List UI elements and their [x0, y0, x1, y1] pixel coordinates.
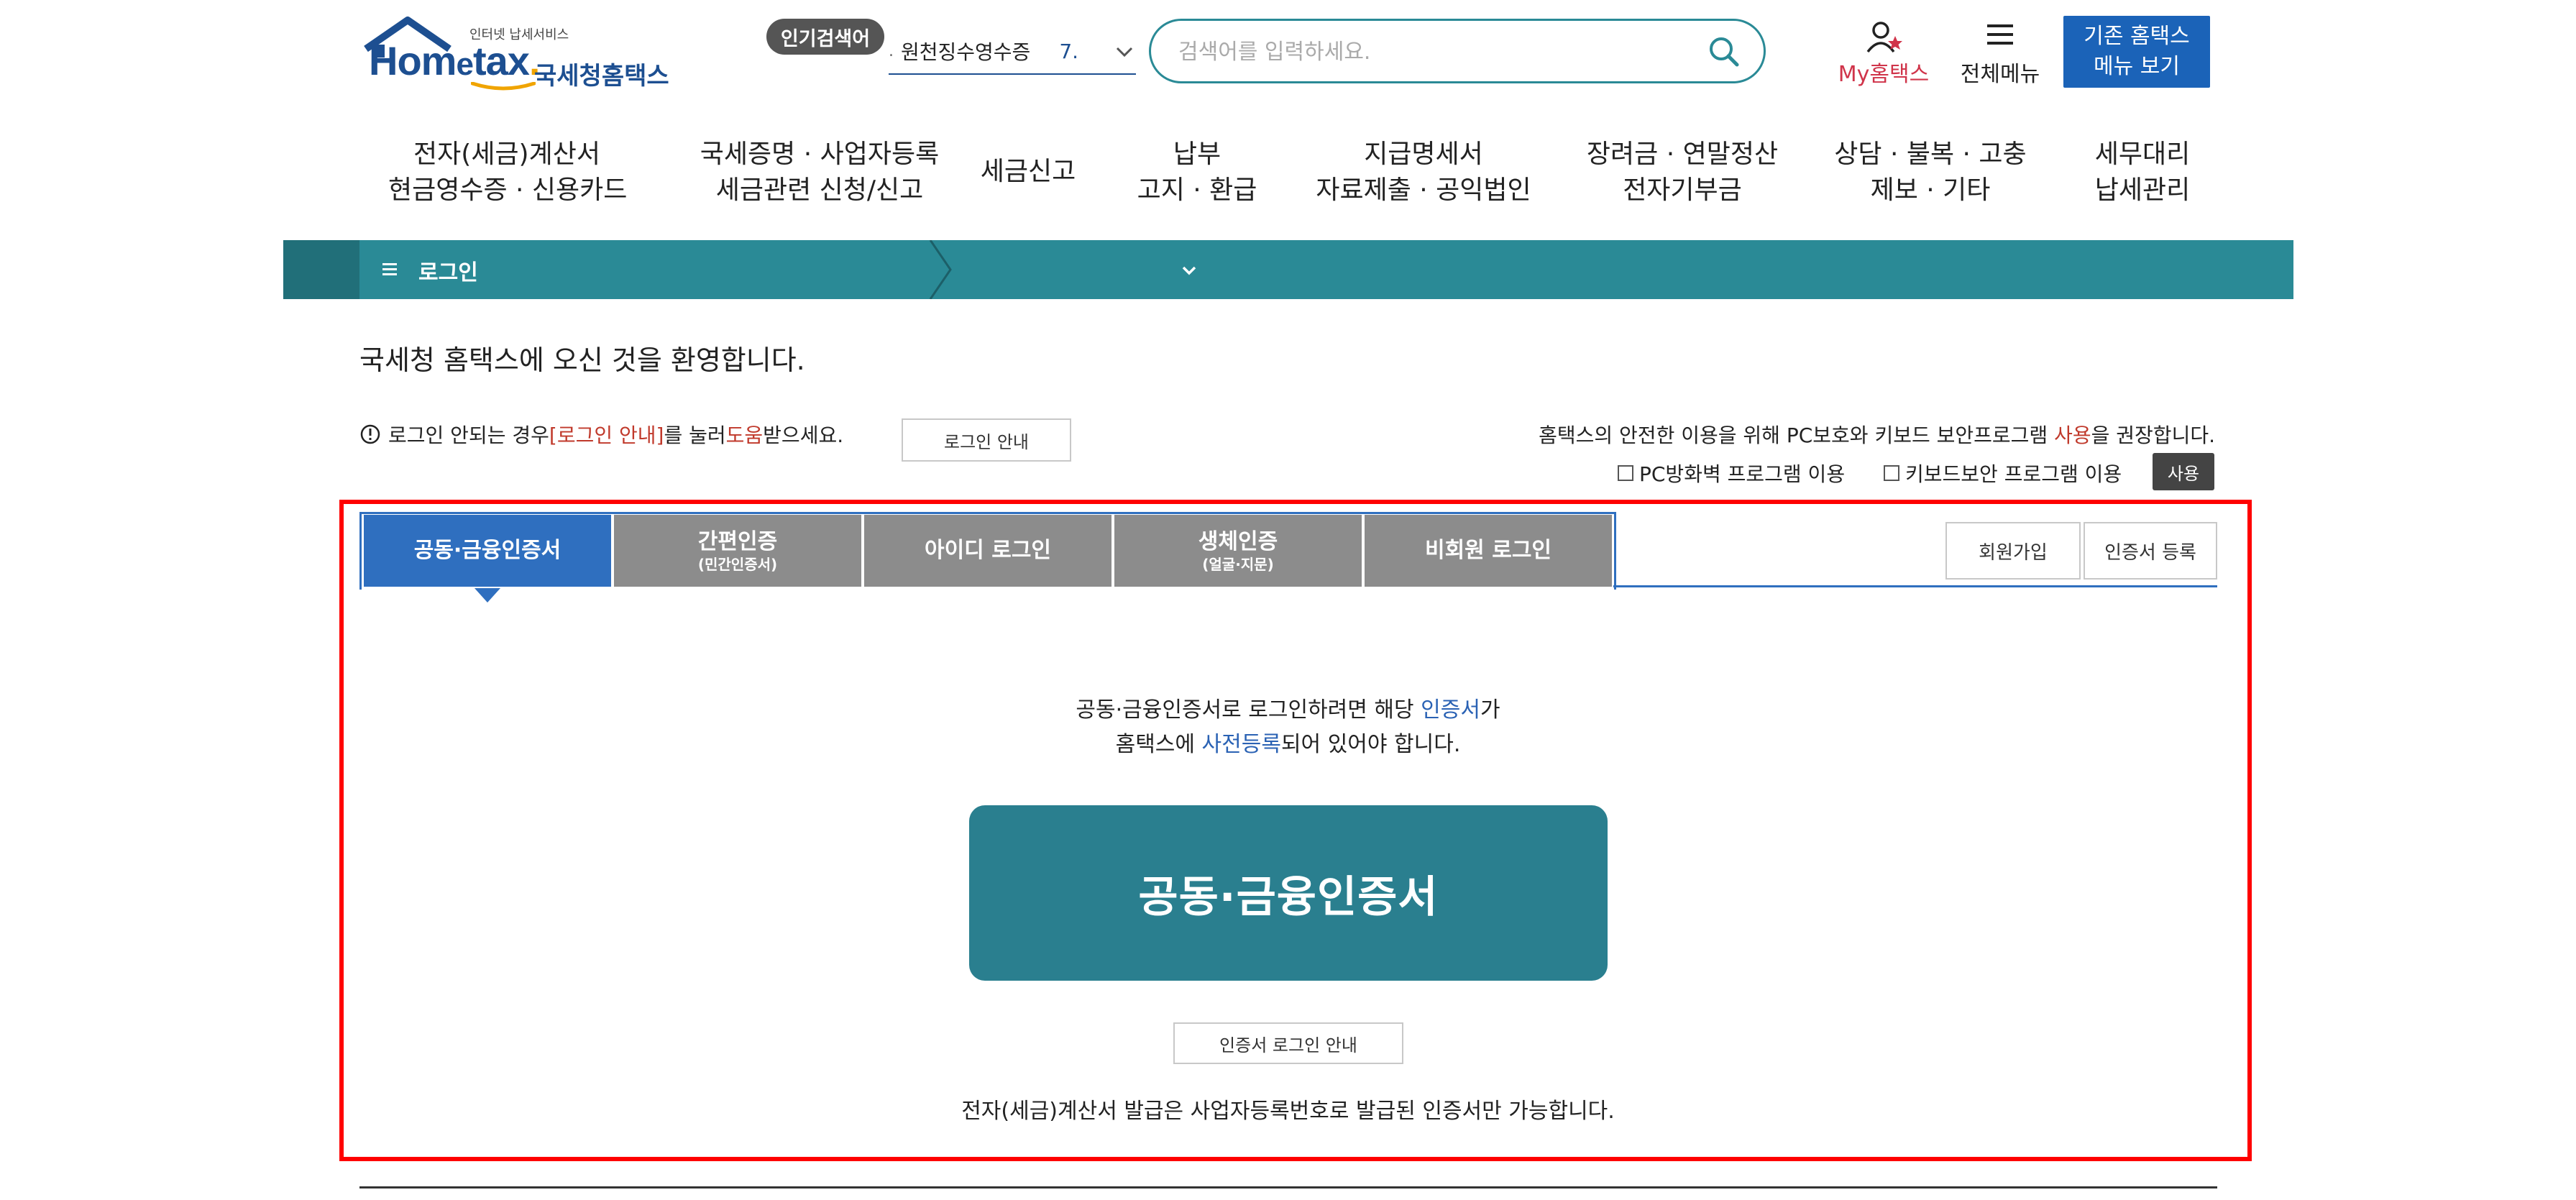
- e-invoice-note: 전자(세금)계산서 발급은 사업자등록번호로 발급된 인증서만 가능합니다.: [961, 1099, 1615, 1124]
- gnb-item-payment[interactable]: 납부 고지 · 환급: [1122, 137, 1273, 209]
- joint-financial-cert-login-button[interactable]: 공동·금융인증서: [969, 805, 1608, 981]
- hometax-logo[interactable]: 인터넷 납세서비스 Hometax. 국세청홈택스: [363, 16, 679, 91]
- gnb-item-tax-filing[interactable]: 세금신고: [963, 154, 1093, 190]
- hamburger-icon: [1987, 24, 2013, 45]
- cert-login-guide-button[interactable]: 인증서 로그인 안내: [1173, 1022, 1403, 1064]
- my-hometax-button[interactable]: My홈택스: [1826, 19, 1941, 87]
- cert-register-button[interactable]: 인증서 등록: [2084, 522, 2217, 580]
- logo-korean-name: 국세청홈택스: [534, 62, 669, 91]
- popular-search-dropdown[interactable]: . 원천징수영수증 7.: [889, 29, 1136, 75]
- tab-id-login[interactable]: 아이디 로그인: [864, 515, 1111, 587]
- search-icon[interactable]: [1706, 34, 1742, 70]
- breadcrumb-current[interactable]: 로그인: [418, 255, 478, 286]
- gnb-item-tax-agent[interactable]: 세무대리 납세관리: [2071, 137, 2214, 209]
- tab-biometric-auth[interactable]: 생체인증 (얼굴·지문): [1114, 515, 1362, 587]
- logo-smile-icon: [471, 82, 536, 91]
- keyboard-security-option[interactable]: 키보드보안 프로그램 이용: [1884, 459, 2122, 487]
- tab-simple-auth[interactable]: 간편인증 (민간인증서): [614, 515, 861, 587]
- cert-requirement-line2: 홈택스에 사전등록되어 있어야 합니다.: [1115, 732, 1461, 757]
- breadcrumb: 로그인: [283, 240, 2293, 299]
- gnb-item-incentive[interactable]: 장려금 · 연말정산 전자기부금: [1575, 137, 1790, 209]
- info-icon: [360, 424, 380, 444]
- gnb-item-e-invoice[interactable]: 전자(세금)계산서 현금영수증 · 신용카드: [388, 137, 627, 209]
- logo-brand: Hometax.: [369, 38, 540, 83]
- use-security-button[interactable]: 사용: [2153, 453, 2214, 490]
- popular-search-term[interactable]: 원천징수영수증: [901, 37, 1030, 65]
- cert-link[interactable]: 인증서: [1421, 697, 1480, 723]
- all-menu-button[interactable]: 전체메뉴: [1950, 19, 2050, 87]
- cert-requirement-line1: 공동·금융인증서로 로그인하려면 해당 인증서가: [1076, 697, 1500, 723]
- security-recommendation-text: 홈택스의 안전한 이용을 위해 PC보호와 키보드 보안프로그램 사용을 권장합…: [1539, 423, 2215, 447]
- footer-divider: [359, 1186, 2217, 1188]
- pc-firewall-option[interactable]: PC방화벽 프로그램 이용: [1618, 459, 1845, 487]
- user-icon: [1866, 22, 1902, 53]
- legacy-menu-button[interactable]: 기존 홈택스 메뉴 보기: [2063, 16, 2210, 88]
- breadcrumb-divider-icon: [929, 240, 952, 299]
- active-tab-pointer-icon: [475, 588, 500, 603]
- page-title: 국세청 홈택스에 오신 것을 환영합니다.: [359, 344, 805, 376]
- search-input[interactable]: [1178, 34, 1682, 70]
- popular-search-badge: 인기검색어: [766, 19, 884, 55]
- pc-firewall-checkbox[interactable]: [1618, 465, 1633, 481]
- gnb-item-payment-statement[interactable]: 지급명세서 자료제출 · 공익법인: [1308, 137, 1539, 209]
- list-icon: [382, 263, 397, 275]
- signup-button[interactable]: 회원가입: [1945, 522, 2081, 580]
- breadcrumb-home: [283, 240, 359, 299]
- chevron-down-icon[interactable]: [1179, 260, 1199, 280]
- gnb-item-consulting[interactable]: 상담 · 불복 · 고충 제보 · 기타: [1826, 137, 2035, 209]
- keyboard-security-checkbox[interactable]: [1884, 465, 1899, 481]
- tab-joint-financial-cert[interactable]: 공동·금융인증서: [364, 515, 611, 587]
- tab-underline: [1613, 585, 2217, 587]
- pre-registration-link[interactable]: 사전등록: [1202, 732, 1281, 757]
- chevron-down-icon[interactable]: [1113, 40, 1136, 63]
- login-guide-link[interactable]: [로그인 안내]: [549, 420, 664, 449]
- search-box: [1149, 19, 1766, 83]
- gnb-item-certificates[interactable]: 국세증명 · 사업자등록 세금관련 신청/신고: [683, 137, 956, 209]
- popular-search-rank: 7.: [1059, 39, 1079, 63]
- login-help-text: 로그인 안되는 경우 [로그인 안내] 를 눌러 도움 받으세요.: [359, 420, 843, 449]
- tab-guest-login[interactable]: 비회원 로그인: [1365, 515, 1612, 587]
- login-guide-button[interactable]: 로그인 안내: [902, 418, 1071, 462]
